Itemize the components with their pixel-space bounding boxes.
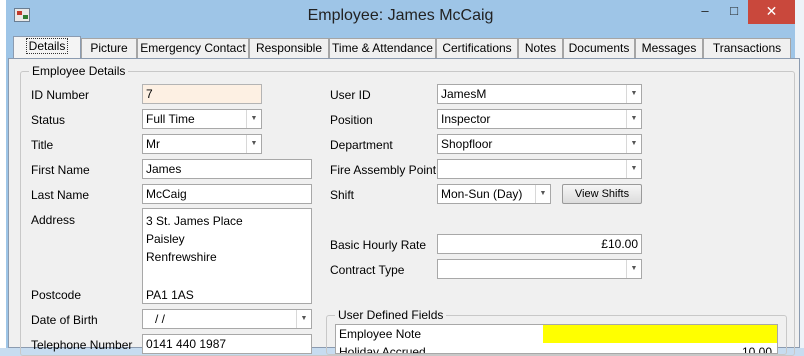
tab-transactions[interactable]: Transactions (703, 38, 791, 58)
user-id-label: User ID (330, 88, 371, 102)
tab-picture[interactable]: Picture (81, 38, 137, 58)
status-combo[interactable]: Full Time ▼ (142, 109, 262, 129)
tab-time-attendance[interactable]: Time & Attendance (329, 38, 436, 58)
shift-combo[interactable]: Mon-Sun (Day) ▼ (437, 184, 551, 204)
postcode-label: Postcode (31, 288, 82, 302)
last-name-field[interactable]: McCaig (142, 184, 312, 204)
minimize-button[interactable]: ‒ (690, 0, 720, 24)
tab-notes[interactable]: Notes (518, 38, 563, 58)
maximize-button[interactable]: □ (719, 0, 749, 24)
department-value: Shopfloor (441, 137, 493, 151)
tab-label: Details (25, 38, 69, 54)
address-label: Address (31, 213, 76, 227)
tab-certifications[interactable]: Certifications (436, 38, 518, 58)
department-combo[interactable]: Shopfloor ▼ (437, 134, 642, 154)
contract-type-combo[interactable]: ▼ (437, 259, 642, 279)
shift-label: Shift (330, 188, 355, 202)
chevron-down-icon[interactable]: ▼ (535, 185, 550, 203)
user-defined-fields-group-label: User Defined Fields (335, 308, 447, 322)
employee-details-group-label: Employee Details (29, 64, 129, 78)
postcode-value[interactable]: PA1 1AS (146, 286, 194, 304)
chevron-down-icon[interactable]: ▼ (626, 85, 641, 103)
first-name-field[interactable]: James (142, 159, 312, 179)
id-number-label: ID Number (31, 88, 90, 102)
user-id-value: JamesM (441, 87, 487, 101)
chevron-down-icon[interactable]: ▼ (246, 110, 261, 128)
contract-type-label: Contract Type (330, 263, 405, 277)
tab-documents[interactable]: Documents (563, 38, 635, 58)
date-of-birth-picker[interactable]: / / ▼ (142, 309, 312, 329)
department-label: Department (330, 138, 393, 152)
fire-assembly-point-label: Fire Assembly Point (330, 163, 437, 177)
first-name-label: First Name (31, 163, 90, 177)
position-value: Inspector (441, 112, 491, 126)
title-value: Mr (146, 137, 160, 151)
fire-assembly-point-combo[interactable]: ▼ (437, 159, 642, 179)
shift-value: Mon-Sun (Day) (441, 187, 523, 201)
chevron-down-icon[interactable]: ▼ (626, 160, 641, 178)
address-line-1: 3 St. James Place (146, 214, 243, 228)
tab-details[interactable]: Details (13, 36, 81, 59)
udf-row-name: Holiday Accrued (339, 345, 426, 354)
address-field[interactable]: 3 St. James Place Paisley Renfrewshire P… (142, 208, 312, 304)
title-label: Title (31, 138, 54, 152)
chevron-down-icon[interactable]: ▼ (626, 260, 641, 278)
status-label: Status (31, 113, 66, 127)
close-button[interactable]: ✕ (748, 0, 795, 24)
chevron-down-icon[interactable]: ▼ (626, 110, 641, 128)
position-combo[interactable]: Inspector ▼ (437, 109, 642, 129)
date-of-birth-label: Date of Birth (31, 313, 98, 327)
date-of-birth-value: / / (155, 312, 166, 326)
id-number-field[interactable]: 7 (142, 84, 262, 104)
title-bar[interactable]: Employee: James McCaig ‒ □ ✕ (6, 0, 795, 34)
chevron-down-icon[interactable]: ▼ (626, 135, 641, 153)
last-name-label: Last Name (31, 188, 90, 202)
basic-hourly-rate-label: Basic Hourly Rate (330, 238, 427, 252)
tab-emergency-contact[interactable]: Emergency Contact (137, 38, 249, 58)
title-combo[interactable]: Mr ▼ (142, 134, 262, 154)
tab-messages[interactable]: Messages (635, 38, 703, 58)
user-defined-fields-grid[interactable]: Employee Note Holiday Accrued 10.00 (335, 324, 778, 354)
window-title: Employee: James McCaig (307, 7, 494, 24)
telephone-field[interactable]: 0141 440 1987 (142, 334, 312, 354)
calendar-dropdown-icon[interactable]: ▼ (296, 310, 311, 328)
address-line-2: Paisley (146, 232, 185, 246)
chevron-down-icon[interactable]: ▼ (246, 135, 261, 153)
view-shifts-button[interactable]: View Shifts (562, 184, 642, 204)
udf-row-name: Employee Note (339, 327, 422, 341)
telephone-label: Telephone Number (31, 338, 133, 352)
position-label: Position (330, 113, 373, 127)
user-id-combo[interactable]: JamesM ▼ (437, 84, 642, 104)
basic-hourly-rate-field[interactable]: £10.00 (437, 234, 642, 254)
udf-row-value[interactable]: 10.00 (543, 344, 772, 353)
tab-responsible[interactable]: Responsible (249, 38, 329, 58)
udf-row-value-highlighted[interactable] (543, 325, 777, 343)
status-value: Full Time (146, 112, 195, 126)
address-line-3: Renfrewshire (146, 250, 217, 264)
